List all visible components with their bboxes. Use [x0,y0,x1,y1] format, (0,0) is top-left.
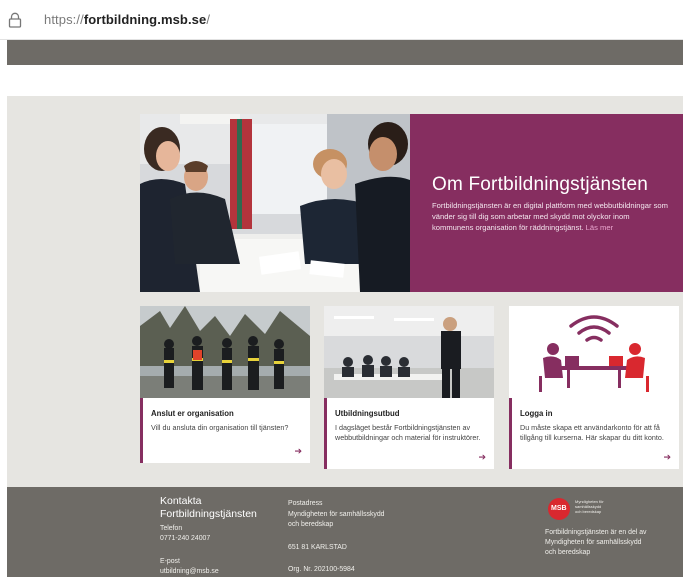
arrow-right-icon[interactable]: ➔ [294,446,302,457]
read-more-link[interactable]: Läs mer [586,223,613,232]
postcode: 651 81 KARLSTAD [288,544,347,551]
two-people-computers-icon [509,306,679,398]
classroom-image [324,306,494,398]
lock-icon [8,12,22,28]
card-image-classroom [324,306,494,398]
site-footer: Kontakta Fortbildningstjänsten Telefon 0… [7,487,683,577]
footer-heading: Kontakta Fortbildningstjänsten [160,495,257,520]
about-line-3: och beredskap [545,549,591,556]
phone-label: Telefon [160,525,183,532]
hero-panel: Om Fortbildningstjänsten Fortbildningstj… [410,114,683,292]
card-login[interactable]: Logga in Du måste skapa ett användarkont… [509,306,679,469]
about-line-2: Myndigheten för samhällsskydd [545,539,642,546]
hero-description: Fortbildningstjänsten är en digital plat… [432,201,668,232]
address-line-1: Myndigheten för samhällsskydd [288,511,385,518]
card-body: Anslut er organisation Vill du ansluta d… [140,398,310,463]
people-meeting-image [140,114,410,292]
email-link[interactable]: utbildning@msb.se [160,567,219,577]
card-title: Utbildningsutbud [335,409,400,418]
hero-title: Om Fortbildningstjänsten [432,174,649,195]
card-course-offering[interactable]: Utbildningsutbud I dagsläget består Fort… [324,306,494,469]
arrow-right-icon[interactable]: ➔ [663,452,671,463]
about-line-1: Fortbildningstjänsten är en del av [545,529,647,536]
card-text: I dagsläget består Fortbildningstjänsten… [335,423,481,443]
main-content: Om Fortbildningstjänsten Fortbildningstj… [7,96,683,487]
card-body: Logga in Du måste skapa ett användarkont… [509,398,679,469]
card-image-firefighters [140,306,310,398]
card-text: Du måste skapa ett användarkonto för att… [520,423,664,443]
card-text: Vill du ansluta din organisation till tj… [151,423,289,432]
arrow-right-icon[interactable]: ➔ [478,452,486,463]
msb-logo-text: MSB [551,505,567,512]
card-body: Utbildningsutbud I dagsläget består Fort… [324,398,494,469]
org-number: Org. Nr. 202100-5984 [288,566,355,573]
firefighters-image [140,306,310,398]
email-label: E-post [160,558,180,565]
msb-logo[interactable]: MSB Myndigheten för samhällsskydd och be… [547,497,637,523]
hero-photo [140,114,410,292]
card-join-organisation[interactable]: Anslut er organisation Vill du ansluta d… [140,306,310,463]
card-title: Logga in [520,409,553,418]
browser-address-bar[interactable]: https://fortbildning.msb.se/ [0,0,683,40]
card-image-login-illustration [509,306,679,398]
address-line-2: och beredskap [288,521,334,528]
url-text[interactable]: https://fortbildning.msb.se/ [44,12,210,27]
address-label: Postadress [288,500,323,507]
card-title: Anslut er organisation [151,409,234,418]
phone-number[interactable]: 0771-240 24007 [160,534,210,544]
msb-logo-subtext: Myndigheten för samhällsskydd och bereds… [575,499,604,514]
site-header-bar [7,40,683,65]
